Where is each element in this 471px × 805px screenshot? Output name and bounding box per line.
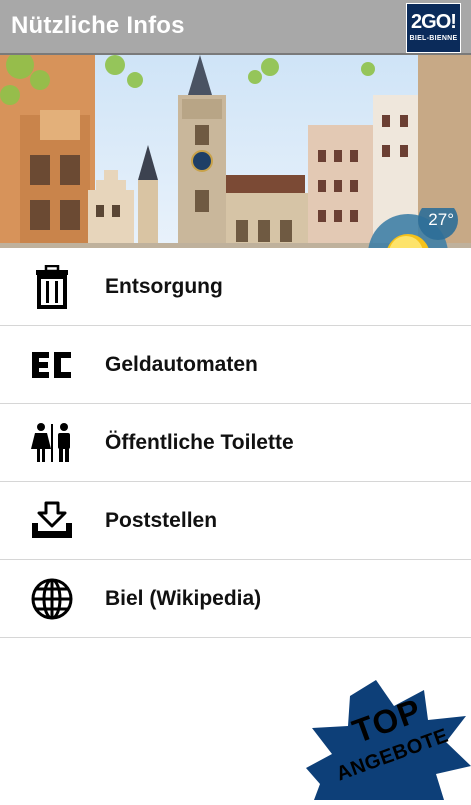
toilet-people-icon (28, 420, 76, 466)
info-menu: Entsorgung Geldautomaten Öffentliche Toi… (0, 248, 471, 638)
weather-widget[interactable]: 27° (366, 200, 464, 248)
ec-logo-icon (28, 342, 76, 388)
trash-can-icon (28, 264, 76, 310)
globe-icon (28, 576, 76, 622)
logo-main-text: 2GO! (411, 11, 457, 33)
menu-item-wikipedia[interactable]: Biel (Wikipedia) (0, 560, 471, 638)
app-logo[interactable]: 2GO! BIEL-BIENNE (406, 3, 461, 53)
menu-item-geldautomaten[interactable]: Geldautomaten (0, 326, 471, 404)
menu-label: Öffentliche Toilette (105, 431, 294, 454)
menu-item-toilette[interactable]: Öffentliche Toilette (0, 404, 471, 482)
hero-image: 27° (0, 55, 471, 248)
top-angebote-badge[interactable]: TOP ANGEBOTE (306, 676, 471, 800)
menu-label: Biel (Wikipedia) (105, 587, 262, 610)
page-title: Nützliche Infos (11, 12, 185, 39)
menu-label: Geldautomaten (105, 353, 258, 376)
menu-item-entsorgung[interactable]: Entsorgung (0, 248, 471, 326)
logo-sub-text: BIEL-BIENNE (409, 35, 458, 42)
menu-item-poststellen[interactable]: Poststellen (0, 482, 471, 560)
menu-label: Entsorgung (105, 275, 223, 298)
app-header: Nützliche Infos 2GO! BIEL-BIENNE (0, 0, 471, 55)
weather-temperature: 27° (428, 210, 454, 229)
inbox-download-icon (28, 498, 76, 544)
menu-label: Poststellen (105, 509, 218, 532)
